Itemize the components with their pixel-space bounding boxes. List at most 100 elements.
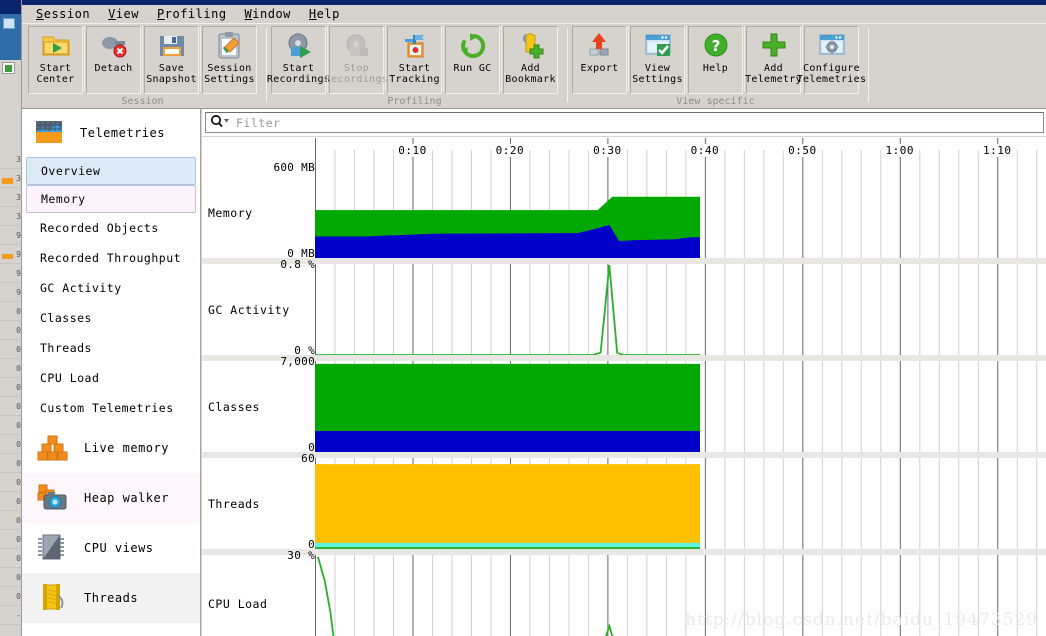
background-row: 9 <box>0 283 21 302</box>
sidebar-item-label: CPU Load <box>40 371 100 385</box>
toolbar-button-label-2: Telemetry <box>745 74 802 85</box>
chart-y-max-label: 600 MB <box>273 161 315 174</box>
telemetry-chart-cpu-load[interactable]: CPU Load 30 % <box>202 549 1046 636</box>
background-row: 0 <box>0 359 21 378</box>
toolbar-button-separator <box>200 26 201 92</box>
sidebar-item-label: Recorded Throughput <box>40 251 182 265</box>
background-row: 0 <box>0 302 21 321</box>
filter-bar: Filter <box>202 109 1046 136</box>
sidebar-item-memory[interactable]: Memory <box>26 185 196 213</box>
background-window-sliver[interactable]: 333399990000000000000000- <box>0 0 22 636</box>
background-row-list: 333399990000000000000000- <box>0 150 21 630</box>
toolbar: Start Center Detach Save Snapshot Session Sett… <box>22 23 1046 109</box>
sidebar-item-recorded-throughput[interactable]: Recorded Throughput <box>22 243 200 273</box>
chart-name-label: Memory <box>208 205 253 220</box>
toolbar-button-save-snapshot[interactable]: Save Snapshot <box>144 26 199 94</box>
chart-plot-area[interactable] <box>315 361 1046 452</box>
toolbar-button-label: Add <box>521 63 540 74</box>
chart-plot-area[interactable] <box>315 264 1046 355</box>
toolbar-group-separator <box>266 28 267 102</box>
sidebar-section-heap-walker[interactable]: Heap walker <box>22 473 200 523</box>
sidebar-item-cpu-load[interactable]: CPU Load <box>22 363 200 393</box>
background-icon <box>3 18 15 29</box>
chart-y-max-label: 7,000 <box>280 355 315 368</box>
menu-item-help[interactable]: Help <box>301 6 350 22</box>
sidebar-section-live-memory[interactable]: Live memory <box>22 423 200 473</box>
sidebar-section-label: Heap walker <box>84 491 169 505</box>
configure-telemetries-icon <box>816 31 848 61</box>
sidebar-item-custom-telemetries[interactable]: Custom Telemetries <box>22 393 200 423</box>
toolbar-button-label-2: Snapshot <box>146 74 197 85</box>
chart-plot-area[interactable] <box>315 458 1046 549</box>
sidebar-item-recorded-objects[interactable]: Recorded Objects <box>22 213 200 243</box>
time-axis-tick-label: 1:00 <box>881 144 919 157</box>
toolbar-button-add-bookmark[interactable]: Add Bookmark <box>503 26 558 94</box>
sidebar-section-label: CPU views <box>84 541 154 555</box>
toolbar-button-separator <box>443 26 444 92</box>
chart-y-max-label: 0.8 % <box>280 258 315 271</box>
toolbar-button-export[interactable]: Export <box>572 26 627 94</box>
chart-name-label: Threads <box>208 496 260 511</box>
menu-item-session[interactable]: Session <box>28 6 100 22</box>
background-row: 0 <box>0 321 21 340</box>
menu-bar: Session View Profiling Window Help <box>22 5 1046 23</box>
sidebar: Telemetries Overview Memory Recorded Objec… <box>22 109 201 636</box>
telemetry-chart-memory[interactable]: Memory 600 MB 0 MB <box>202 161 1046 264</box>
sidebar-item-classes[interactable]: Classes <box>22 303 200 333</box>
sidebar-item-label: Custom Telemetries <box>40 401 174 415</box>
toolbar-button-separator <box>385 26 386 92</box>
telemetry-chart-gc-activity[interactable]: GC Activity 0.8 % 0 % <box>202 258 1046 361</box>
sidebar-item-label: Threads <box>40 341 92 355</box>
help-icon: ? <box>700 31 732 61</box>
toolbar-button-label: Help <box>702 63 729 74</box>
sidebar-section-cpu-views[interactable]: CPU views <box>22 523 200 573</box>
panel-divider <box>202 136 1046 137</box>
toolbar-button-view-settings[interactable]: View Settings <box>630 26 685 94</box>
toolbar-button-separator <box>686 26 687 92</box>
toolbar-button-label: Save <box>158 63 185 74</box>
start-center-icon <box>40 31 72 61</box>
toolbar-button-label: Start <box>282 63 315 74</box>
menu-item-profiling[interactable]: Profiling <box>149 6 237 22</box>
background-row: 0 <box>0 435 21 454</box>
background-row: 0 <box>0 378 21 397</box>
toolbar-button-start-center[interactable]: Start Center <box>28 26 83 94</box>
time-axis-tick-label: 0:40 <box>686 144 724 157</box>
sidebar-section-threads[interactable]: Threads <box>22 573 200 623</box>
search-input[interactable]: Filter <box>205 112 1044 133</box>
sidebar-item-overview[interactable]: Overview <box>26 157 196 185</box>
sidebar-section-label: Live memory <box>84 441 169 455</box>
toolbar-button-label: Session <box>207 63 252 74</box>
background-icon-2 <box>2 62 15 74</box>
toolbar-button-help[interactable]: ? Help <box>688 26 743 94</box>
toolbar-group-label: Profiling <box>387 96 442 107</box>
telemetry-chart-classes[interactable]: Classes 7,000 0 <box>202 355 1046 458</box>
chart-plot-area[interactable] <box>315 555 1046 636</box>
chart-y-max-label: 60 <box>301 452 315 465</box>
sidebar-item-threads[interactable]: Threads <box>22 333 200 363</box>
background-row: 0 <box>0 587 21 606</box>
sidebar-item-label: Memory <box>41 192 86 206</box>
heap-walker-icon <box>36 482 70 515</box>
chart-plot-area[interactable] <box>315 167 1046 258</box>
toolbar-button-add-telemetry[interactable]: Add Telemetry <box>745 26 802 94</box>
menu-item-view[interactable]: View <box>100 6 149 22</box>
toolbar-button-label: Stop <box>343 63 370 74</box>
toolbar-button-start-recordings[interactable]: Start Recordings <box>267 26 330 94</box>
menu-item-window[interactable]: Window <box>237 6 301 22</box>
background-row: 3 <box>0 188 21 207</box>
toolbar-group-session: Start Center Detach Save Snapshot Session Sett… <box>28 26 257 108</box>
toolbar-button-run-gc[interactable]: Run GC <box>445 26 500 94</box>
toolbar-button-detach[interactable]: Detach <box>86 26 141 94</box>
toolbar-button-session-settings[interactable]: Session Settings <box>202 26 257 94</box>
search-icon[interactable] <box>210 114 232 131</box>
telemetry-chart-threads[interactable]: Threads 60 0 <box>202 452 1046 555</box>
detach-icon <box>98 31 130 61</box>
sidebar-section-label: Threads <box>84 591 139 605</box>
toolbar-button-start-tracking[interactable]: Start Tracking <box>387 26 442 94</box>
toolbar-button-configure-telemetries[interactable]: Configure Telemetries <box>797 26 866 94</box>
sidebar-item-gc-activity[interactable]: GC Activity <box>22 273 200 303</box>
toolbar-button-label-2: Telemetries <box>796 74 867 85</box>
background-row: 0 <box>0 511 21 530</box>
background-row: 0 <box>0 530 21 549</box>
